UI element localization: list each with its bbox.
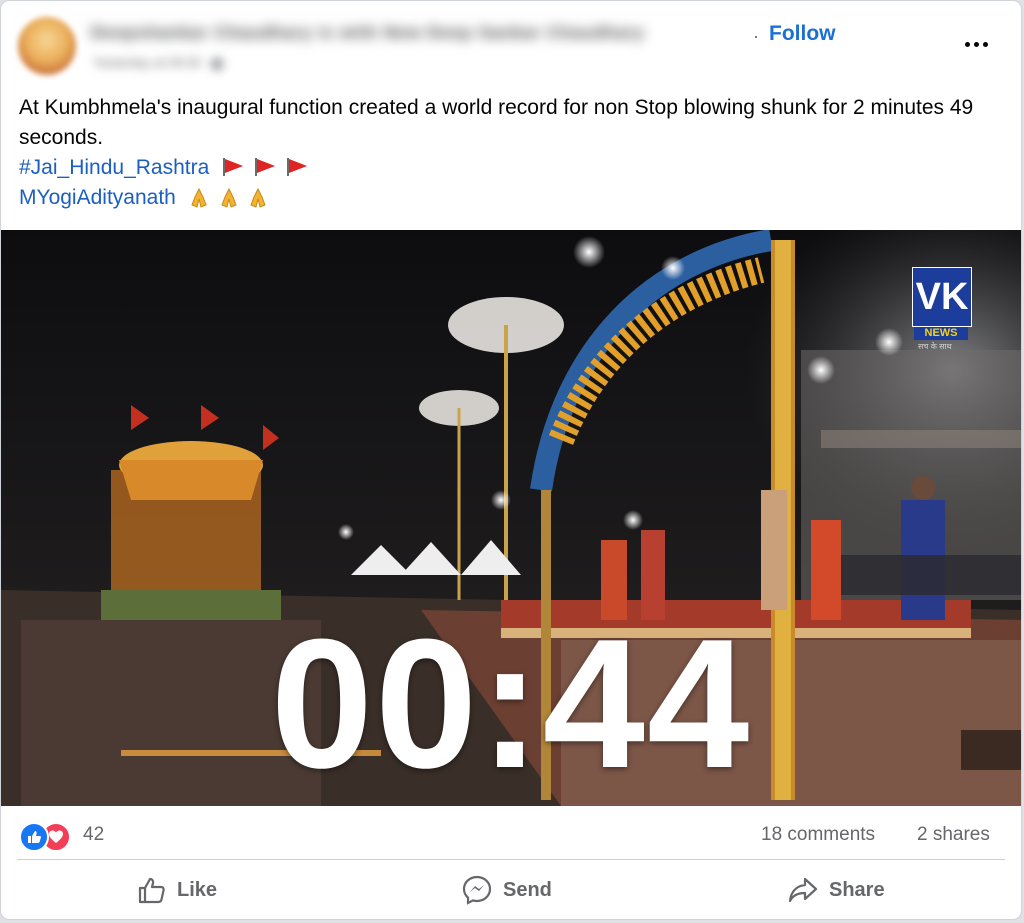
post-stats: 42 18 comments 2 shares (1, 813, 1021, 857)
separator-dot: · (753, 26, 759, 46)
send-label: Send (503, 878, 552, 901)
like-label: Like (177, 878, 218, 901)
logo-main: VK (912, 267, 972, 327)
comments-count-link[interactable]: 18 comments (761, 824, 875, 846)
post-card: Deepshankar Chaudhary is with New Deep S… (1, 1, 1021, 919)
action-bar: Like Send Share (1, 861, 1021, 919)
follow-button[interactable]: Follow (769, 22, 836, 46)
timestamp-text: Yesterday at 09:30 (93, 55, 201, 70)
post-body-text: At Kumbhmela's inaugural function create… (19, 96, 974, 149)
pray-emojis (188, 184, 272, 214)
reaction-count[interactable]: 42 (83, 824, 104, 846)
logo-sub: NEWS (914, 327, 968, 340)
video-timer-overlay: 00:44 (270, 600, 752, 806)
share-arrow-icon (788, 877, 818, 903)
send-button[interactable]: Send (461, 867, 552, 913)
post-message: At Kumbhmela's inaugural function create… (19, 93, 1009, 214)
vk-news-logo: VK NEWS सच के साथ (912, 267, 972, 351)
red-flag-icon (221, 157, 245, 177)
share-button[interactable]: Share (787, 867, 885, 913)
share-label: Share (829, 878, 885, 901)
red-flag-icon (285, 157, 309, 177)
hashtag-link[interactable]: #Jai_Hindu_Rashtra (19, 156, 209, 179)
mention-link[interactable]: MYogiAdityanath (19, 186, 176, 209)
messenger-icon (462, 875, 492, 905)
divider (17, 859, 1005, 860)
folded-hands-icon (220, 187, 237, 208)
author-avatar[interactable] (18, 17, 76, 75)
shares-count-link[interactable]: 2 shares (917, 824, 990, 846)
post-header: Deepshankar Chaudhary is with New Deep S… (1, 1, 1021, 87)
folded-hands-icon (191, 187, 207, 208)
like-reaction-icon[interactable] (19, 822, 49, 852)
logo-tagline: सच के साथ (918, 342, 952, 351)
mention-line: MYogiAdityanath (19, 183, 1009, 213)
more-options-icon[interactable] (953, 29, 999, 59)
flag-emojis (221, 153, 311, 183)
hashtag-line: #Jai_Hindu_Rashtra (19, 153, 1009, 183)
post-timestamp[interactable]: Yesterday at 09:30 (93, 55, 223, 70)
author-name[interactable]: Deepshankar Chaudhary is with New Deep S… (91, 23, 645, 43)
like-button[interactable]: Like (137, 867, 217, 913)
folded-hands-icon (250, 187, 267, 208)
thumbs-up-icon (138, 877, 165, 904)
globe-icon (210, 57, 223, 70)
red-flag-icon (253, 157, 277, 177)
